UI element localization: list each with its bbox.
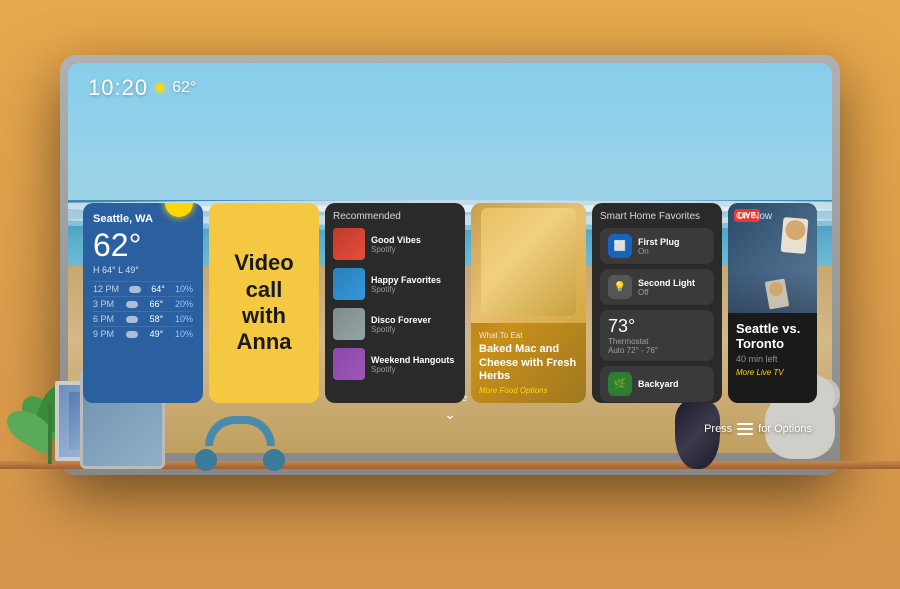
smart-home-title: Smart Home Favorites — [600, 211, 714, 222]
widgets-container: Seattle, WA 62° H 64° L 49° 12 PM 64° 10… — [83, 203, 817, 403]
widget-smart-home[interactable]: Smart Home Favorites ⬜ First Plug On 💡 — [592, 203, 722, 403]
food-info: What To Eat Baked Mac and Cheese with Fr… — [479, 331, 578, 395]
sh-info-1: First Plug On — [638, 237, 706, 256]
screen-background: 10:20 62° Press for Options Reduce ⌄ — [68, 63, 832, 453]
widget-food[interactable]: What To Eat Baked Mac and Cheese with Fr… — [471, 203, 586, 403]
time-left: 40 min left — [736, 354, 809, 364]
music-item-4[interactable]: Weekend Hangouts Spotify — [333, 348, 457, 380]
music-sub-4: Spotify — [371, 365, 457, 374]
plant-stem — [48, 404, 52, 464]
food-image — [471, 203, 586, 323]
weather-row-3: 6 PM 58° 10% — [93, 311, 193, 326]
backyard-icon: 🌿 — [608, 372, 632, 396]
thermostat-range: Auto 72° - 76° — [608, 346, 658, 355]
music-item-3[interactable]: Disco Forever Spotify — [333, 308, 457, 340]
weather-hi-lo: H 64° L 49° — [93, 265, 193, 275]
tv: 10:20 62° Press for Options Reduce ⌄ — [60, 55, 840, 475]
music-title-1: Good Vibes — [371, 235, 457, 245]
sh-item-second-light[interactable]: 💡 Second Light Off — [600, 269, 714, 305]
music-sub-3: Spotify — [371, 325, 457, 334]
sh-item-first-plug[interactable]: ⬜ First Plug On — [600, 228, 714, 264]
tv-screen: 10:20 62° Press for Options Reduce ⌄ — [68, 63, 832, 453]
music-item-2[interactable]: Happy Favorites Spotify — [333, 268, 457, 300]
plug-icon: ⬜ — [608, 234, 632, 258]
sh-item-backyard[interactable]: 🌿 Backyard — [600, 366, 714, 402]
music-sub-2: Spotify — [371, 285, 457, 294]
temp-display: 62° — [172, 79, 196, 97]
widget-live-tv[interactable]: On Now LIVE — [728, 203, 817, 403]
time-display: 10:20 — [88, 75, 148, 101]
weather-row-2: 3 PM 66° 20% — [93, 296, 193, 311]
music-info-4: Weekend Hangouts Spotify — [371, 355, 457, 374]
thermostat-label: Thermostat — [608, 337, 658, 346]
sh-status-1: On — [638, 247, 706, 256]
album-art-2 — [333, 268, 365, 300]
headphone-right-cup — [263, 449, 285, 471]
match-title: Seattle vs. Toronto — [736, 321, 809, 351]
album-art-1 — [333, 228, 365, 260]
live-tv-title: On Now — [736, 211, 772, 222]
cloud-icon — [129, 286, 141, 293]
more-live-tv[interactable]: More Live TV — [736, 368, 809, 377]
sh-name-4: Backyard — [638, 379, 706, 389]
food-more-link[interactable]: More Food Options — [479, 386, 578, 395]
sh-info-2: Second Light Off — [638, 278, 706, 297]
music-title-3: Disco Forever — [371, 315, 457, 325]
food-title: Baked Mac and Cheese with Fresh Herbs — [479, 343, 578, 383]
menu-icon — [737, 423, 753, 435]
music-title-4: Weekend Hangouts — [371, 355, 457, 365]
press-options: Press for Options — [704, 423, 812, 435]
press-options-suffix: for Options — [758, 423, 812, 435]
weather-row-4: 9 PM 49° 10% — [93, 326, 193, 341]
widget-weather[interactable]: Seattle, WA 62° H 64° L 49° 12 PM 64° 10… — [83, 203, 203, 403]
music-info-2: Happy Favorites Spotify — [371, 275, 457, 294]
recommended-title: Recommended — [333, 211, 457, 222]
headphones — [195, 416, 285, 471]
music-item-1[interactable]: Good Vibes Spotify — [333, 228, 457, 260]
music-info-1: Good Vibes Spotify — [371, 235, 457, 254]
weather-row-1: 12 PM 64° 10% — [93, 281, 193, 296]
light-icon: 💡 — [608, 275, 632, 299]
cloud-icon — [126, 331, 138, 338]
sh-status-2: Off — [638, 288, 706, 297]
room: 10:20 62° Press for Options Reduce ⌄ — [0, 0, 900, 589]
sh-info-4: Backyard — [638, 379, 706, 389]
press-label: Press — [704, 423, 732, 435]
cloud-icon — [126, 301, 138, 308]
cloud-icon — [126, 316, 138, 323]
album-art-4 — [333, 348, 365, 380]
music-title-2: Happy Favorites — [371, 275, 457, 285]
sh-name-2: Second Light — [638, 278, 706, 288]
widget-video-call[interactable]: Video call with Anna — [209, 203, 319, 403]
thermostat-temp: 73° — [608, 316, 658, 337]
headphone-left-cup — [195, 449, 217, 471]
food-background: What To Eat Baked Mac and Cheese with Fr… — [471, 203, 586, 403]
food-category: What To Eat — [479, 331, 578, 340]
music-sub-1: Spotify — [371, 245, 457, 254]
sh-name-1: First Plug — [638, 237, 706, 247]
sh-item-thermostat[interactable]: 73° Thermostat Auto 72° - 76° — [600, 310, 714, 361]
video-call-text: Video call with Anna — [221, 250, 307, 356]
headphone-band — [205, 416, 275, 446]
music-info-3: Disco Forever Spotify — [371, 315, 457, 334]
weather-temp-big: 62° — [93, 229, 193, 261]
weather-dot-icon — [156, 84, 164, 92]
food-cheese-visual — [481, 208, 576, 316]
widget-recommended[interactable]: Recommended Good Vibes Spotify Happy F — [325, 203, 465, 403]
live-tv-info: Seattle vs. Toronto 40 min left More Liv… — [728, 313, 817, 385]
album-art-3 — [333, 308, 365, 340]
status-bar: 10:20 62° — [88, 75, 812, 101]
chevron-down-icon: ⌄ — [433, 406, 467, 423]
